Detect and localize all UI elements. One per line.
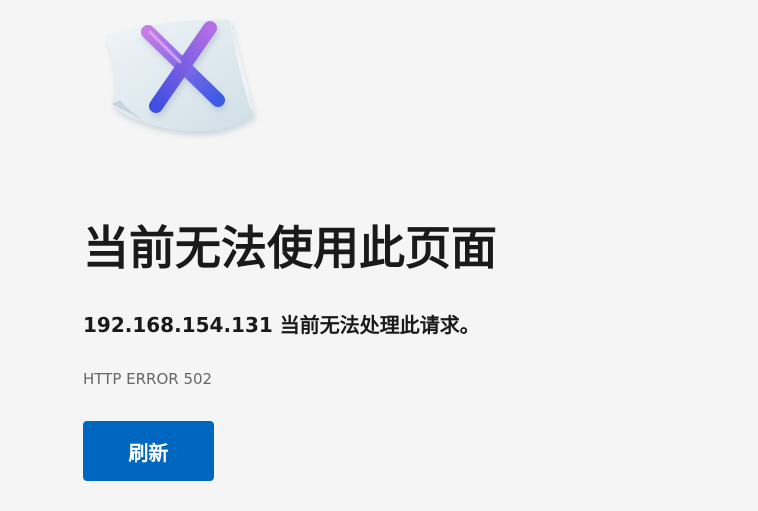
- page-title: 当前无法使用此页面: [83, 221, 497, 275]
- paper-x-icon: [106, 19, 254, 132]
- refresh-button[interactable]: 刷新: [83, 421, 214, 481]
- error-code: HTTP ERROR 502: [83, 370, 213, 388]
- error-description: 192.168.154.131 当前无法处理此请求。: [83, 313, 480, 337]
- error-page: 当前无法使用此页面 192.168.154.131 当前无法处理此请求。 HTT…: [0, 0, 758, 511]
